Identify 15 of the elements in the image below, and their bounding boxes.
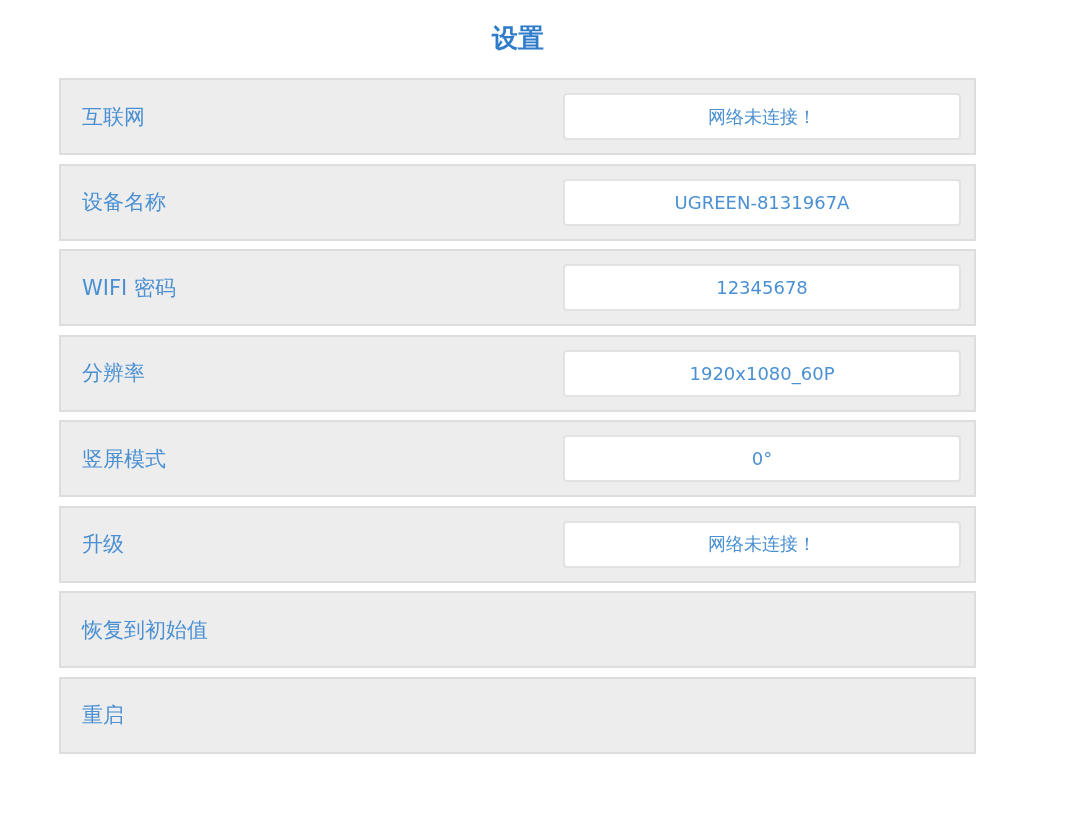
value-field[interactable]: 网络未连接！ — [563, 520, 961, 568]
value-field[interactable]: 1920x1080_60P — [563, 349, 961, 397]
value-field[interactable]: 0° — [563, 435, 961, 482]
page-title: 设置 — [490, 22, 545, 55]
setting-label: WIFI 密码 — [82, 274, 176, 302]
setting-label: 互联网 — [82, 103, 145, 131]
action-row[interactable]: 重启 — [59, 676, 976, 754]
value-field[interactable]: 12345678 — [563, 264, 961, 311]
action-row[interactable]: 恢复到初始值 — [59, 591, 976, 668]
setting-label: 竖屏模式 — [82, 445, 166, 473]
setting-label: 设备名称 — [82, 189, 166, 216]
value-field[interactable]: UGREEN-8131967A — [563, 178, 961, 226]
setting-label: 分辨率 — [82, 360, 145, 387]
value-field[interactable]: 网络未连接！ — [563, 93, 961, 140]
setting-label: 升级 — [82, 531, 124, 558]
